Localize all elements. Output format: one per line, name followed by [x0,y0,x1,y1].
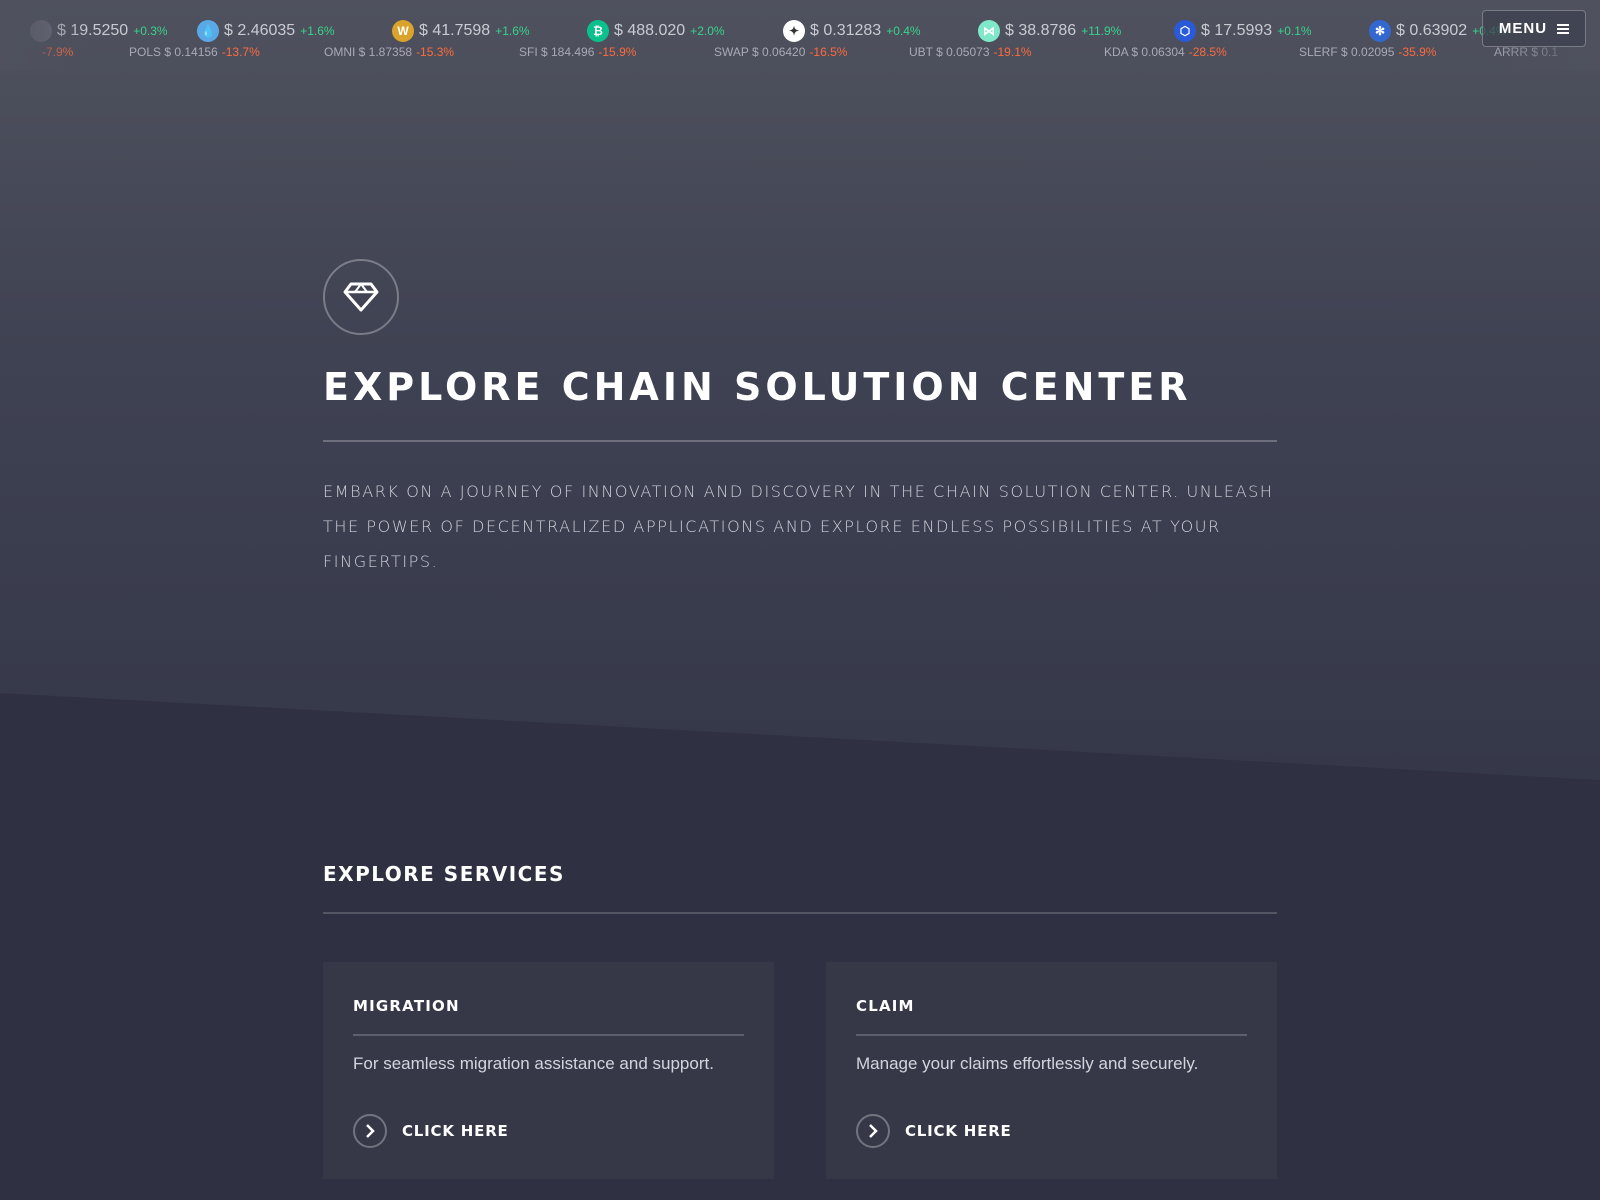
ticker-loser-change: -28.5% [1188,45,1227,59]
ticker-price: $ 38.8786 [1005,22,1077,39]
ticker-loser-item: SFI $ 184.496 -15.9% [519,45,636,59]
menu-button[interactable]: MENU [1482,10,1586,47]
ticker-change: +0.3% [133,24,168,38]
ticker-item: ₿ $ 488.020 +2.0% [587,20,725,42]
ticker-loser-change: -19.1% [993,45,1032,59]
price-ticker: $ 19.5250 +0.3% 💧 $ 2.46035 +1.6% W $ 41.7598 +… [0,0,1600,80]
claim-card: CLAIM Manage your claims effortlessly an… [826,962,1277,1179]
ticker-price: $ 17.5993 [1201,22,1273,39]
ticker-item: W $ 41.7598 +1.6% [392,20,530,42]
water-drop-icon: 💧 [197,20,219,42]
ticker-price: $ 0.63902 [1396,22,1468,39]
link-label[interactable]: CLICK HERE [402,1122,509,1140]
ticker-loser-change: -15.9% [598,45,637,59]
hero-divider [323,440,1277,442]
migration-click-here-link[interactable]: CLICK HERE [353,1114,509,1148]
ticker-change: +1.6% [495,24,530,38]
ticker-loser-label: SWAP $ 0.06420 [714,45,806,59]
ticker-item: 💧 $ 2.46035 +1.6% [197,20,335,42]
card-title: CLAIM [856,997,915,1015]
menu-label: MENU [1498,20,1548,37]
ticker-loser-item: OMNI $ 1.87358 -15.3% [324,45,454,59]
migration-card: MIGRATION For seamless migration assista… [323,962,774,1179]
ticker-change: +1.6% [300,24,335,38]
hamburger-icon [1557,23,1570,34]
chevron-right-icon[interactable] [353,1114,387,1148]
w-coin-icon: W [392,20,414,42]
ticker-loser-item: SLERF $ 0.02095 -35.9% [1299,45,1436,59]
bitcoin-cash-icon: ₿ [587,20,609,42]
card-title: MIGRATION [353,997,460,1015]
diamond-icon [323,259,399,335]
ticker-change: +11.9% [1081,24,1122,38]
ticker-price: $ 488.020 [614,22,686,39]
ribbon-icon: ⋈ [978,20,1000,42]
card-divider [856,1034,1247,1036]
chevron-right-icon[interactable] [856,1114,890,1148]
card-description: For seamless migration assistance and su… [353,1054,714,1073]
ticker-loser-item: POLS $ 0.14156 -13.7% [129,45,260,59]
ticker-loser-label: OMNI $ 1.87358 [324,45,413,59]
ticker-loser-change: -16.5% [809,45,848,59]
ticker-item: ⋈ $ 38.8786 +11.9% [978,20,1121,42]
chainlink-icon: ⬡ [1174,20,1196,42]
ticker-loser-item: KDA $ 0.06304 -28.5% [1104,45,1227,59]
ticker-item: ⬡ $ 17.5993 +0.1% [1174,20,1312,42]
ticker-change: +0.4% [886,24,921,38]
ticker-loser-label: KDA $ 0.06304 [1104,45,1185,59]
ticker-change: +0.1% [1277,24,1312,38]
ticker-loser-item: SWAP $ 0.06420 -16.5% [714,45,847,59]
ticker-loser-label: SFI $ 184.496 [519,45,595,59]
cardano-icon: ✻ [1369,20,1391,42]
card-description: Manage your claims effortlessly and secu… [856,1054,1199,1073]
claim-click-here-link[interactable]: CLICK HERE [856,1114,1012,1148]
ticker-price: $ 0.31283 [810,22,882,39]
ticker-change: +2.0% [690,24,725,38]
ticker-loser-label: SLERF $ 0.02095 [1299,45,1395,59]
ticker-loser-label: POLS $ 0.14156 [129,45,218,59]
ticker-loser-change: -13.7% [221,45,260,59]
ticker-price: $ 41.7598 [419,22,491,39]
page-title: EXPLORE CHAIN SOLUTION CENTER [323,365,1192,409]
ticker-loser-change: -15.3% [416,45,455,59]
link-label[interactable]: CLICK HERE [905,1122,1012,1140]
ticker-fade-left [0,0,90,70]
ticker-loser-change: -35.9% [1398,45,1437,59]
ticker-price: $ 2.46035 [224,22,296,39]
ticker-item: ✦ $ 0.31283 +0.4% [783,20,921,42]
ticker-loser-label: UBT $ 0.05073 [909,45,990,59]
hero-description: Embark on a journey of innovation and di… [323,482,1274,571]
services-divider [323,912,1277,914]
services-heading: EXPLORE SERVICES [323,862,565,886]
card-divider [353,1034,744,1036]
stellar-icon: ✦ [783,20,805,42]
ticker-loser-item: UBT $ 0.05073 -19.1% [909,45,1032,59]
